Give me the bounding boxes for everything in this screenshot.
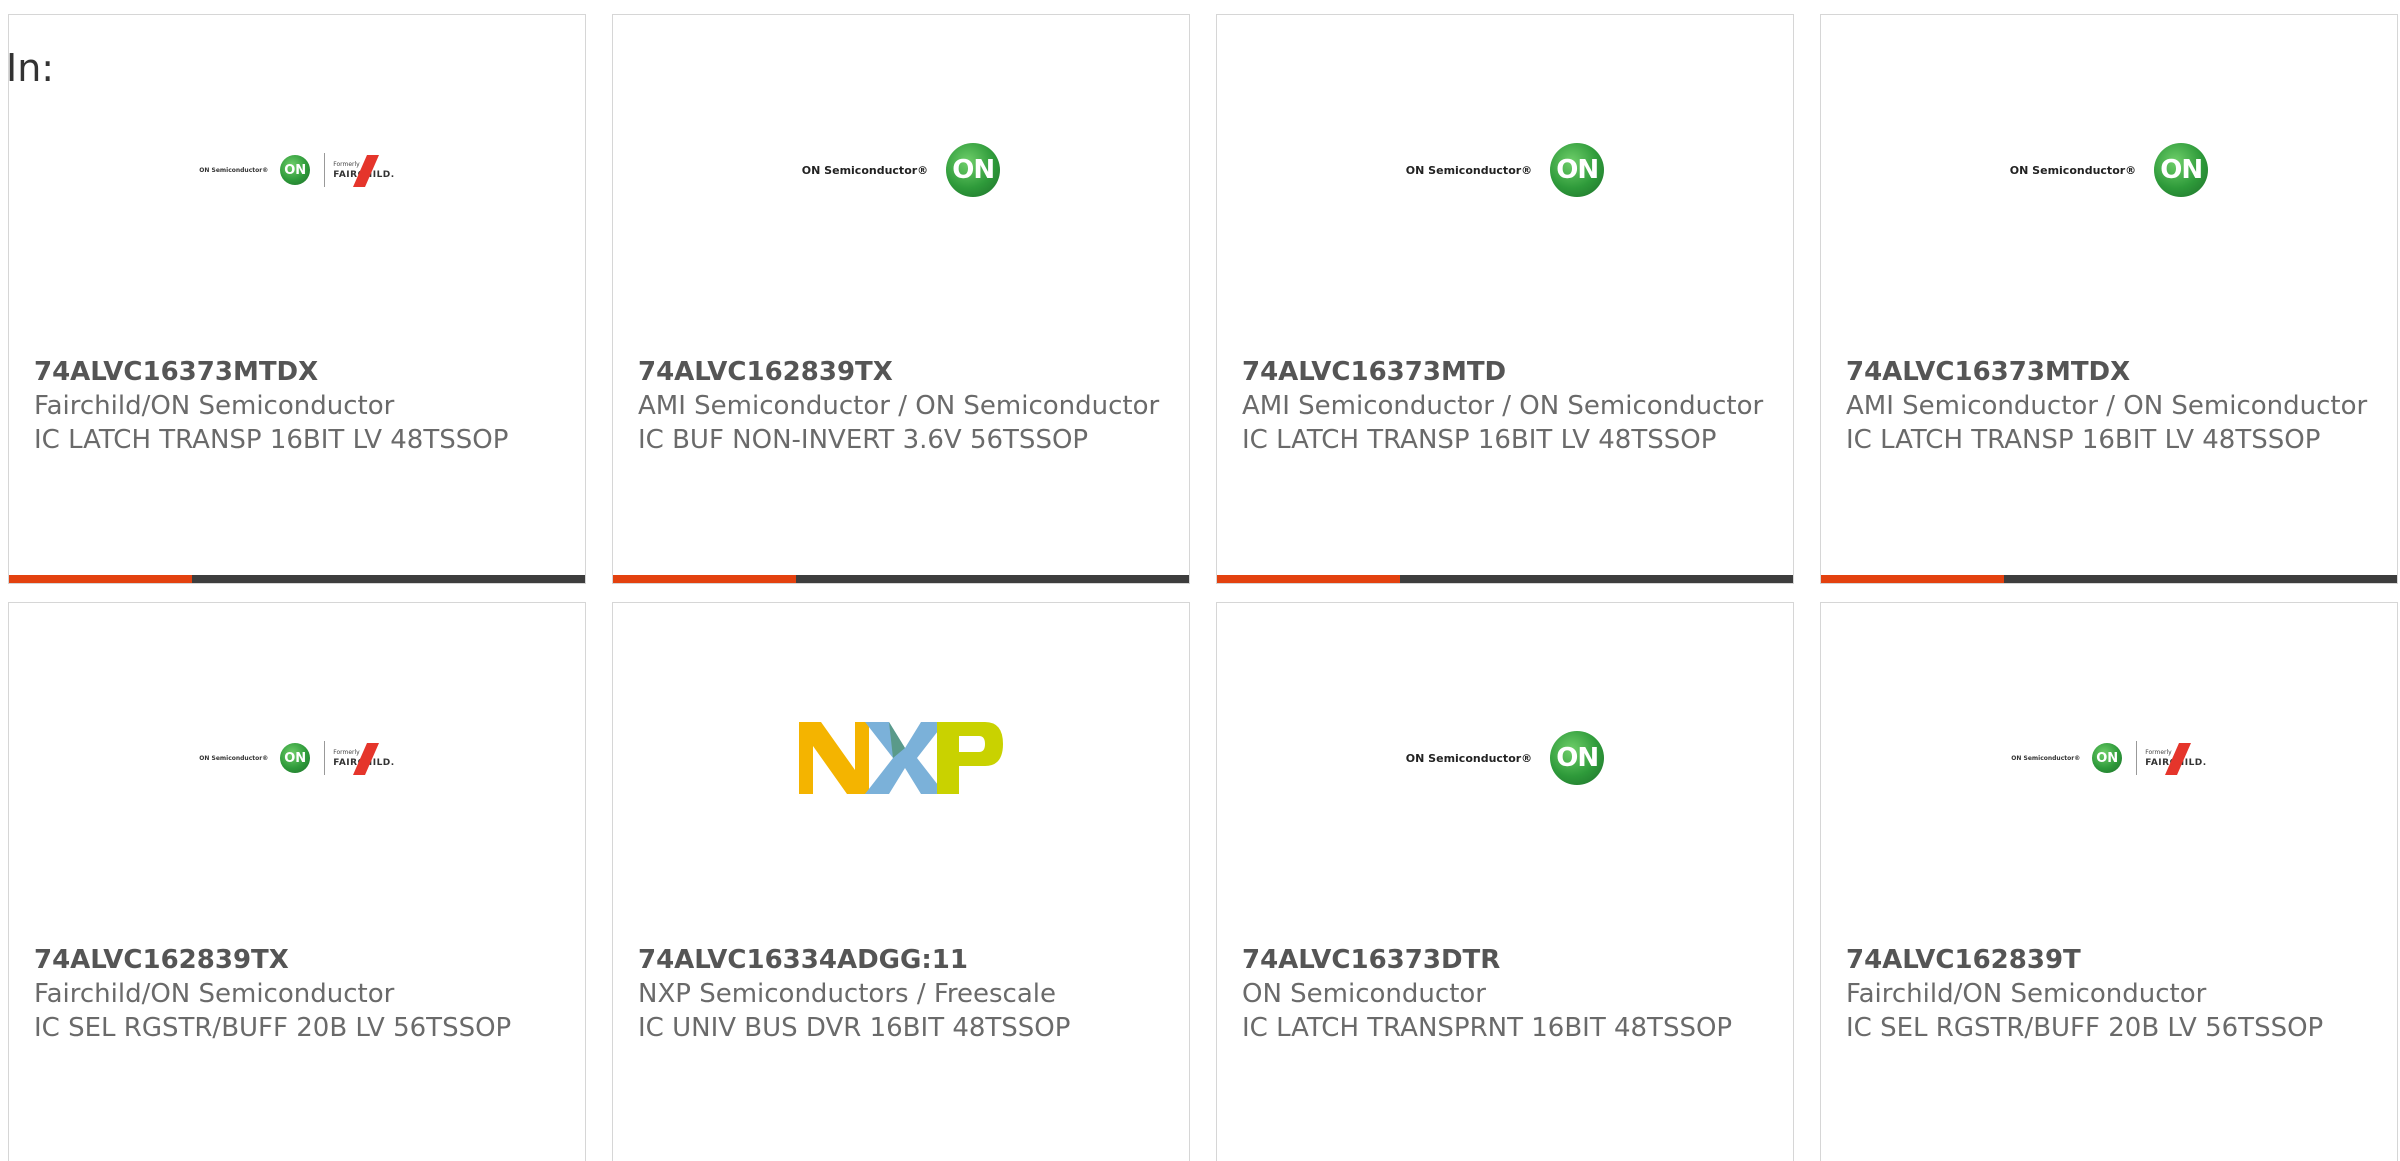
fc-on-text: ON Semiconductor®	[199, 166, 269, 174]
fc-on-text: ON Semiconductor®	[199, 754, 269, 762]
fairchild-on-logo: ON Semiconductor® ON Formerly FAIRCHILD.	[9, 703, 585, 813]
manufacturer: Fairchild/ON Semiconductor	[34, 391, 395, 421]
description: IC SEL RGSTR/BUFF 20B LV 56TSSOP	[1846, 1013, 2324, 1043]
card-bottom-bar	[9, 575, 585, 583]
on-semiconductor-logo: ON Semiconductor® ON	[613, 115, 1189, 225]
product-results-page: In: ON Semiconductor® ON Formerly FAIRCH…	[0, 0, 2400, 1161]
on-logo-text: ON Semiconductor®	[801, 163, 929, 177]
product-card[interactable]: ON Semiconductor® ON 74ALVC16373DTR ON S…	[1216, 602, 1794, 1161]
manufacturer: AMI Semiconductor / ON Semiconductor	[638, 391, 1160, 421]
part-number[interactable]: 74ALVC162839T	[1846, 943, 2372, 977]
on-logo-text: ON Semiconductor®	[2009, 163, 2137, 177]
fairchild-on-logo: ON Semiconductor® ON Formerly FAIRCHILD.	[9, 115, 585, 225]
in-label: In:	[6, 46, 55, 90]
product-card[interactable]: ON Semiconductor® ON Formerly FAIRCHILD.…	[8, 14, 586, 584]
part-number[interactable]: 74ALVC16373MTD	[1242, 355, 1768, 389]
product-info: 74ALVC162839TX Fairchild/ON Semiconducto…	[34, 943, 560, 1045]
card-accent-bar	[1821, 575, 2004, 583]
on-mark-icon: ON	[280, 155, 311, 185]
on-logo-text: ON Semiconductor®	[1405, 163, 1533, 177]
on-semiconductor-logo: ON Semiconductor® ON	[1217, 703, 1793, 813]
description: IC LATCH TRANSP 16BIT LV 48TSSOP	[34, 425, 509, 455]
card-accent-bar	[1217, 575, 1400, 583]
product-grid: ON Semiconductor® ON Formerly FAIRCHILD.…	[8, 14, 2398, 1161]
logo-divider	[2136, 741, 2138, 775]
card-bottom-bar	[613, 575, 1189, 583]
manufacturer: Fairchild/ON Semiconductor	[1846, 979, 2207, 1009]
nxp-logo	[613, 703, 1189, 813]
on-mark-icon: ON	[280, 743, 311, 773]
manufacturer: ON Semiconductor	[1242, 979, 1486, 1009]
product-info: 74ALVC16373DTR ON Semiconductor IC LATCH…	[1242, 943, 1768, 1045]
description: IC LATCH TRANSPRNT 16BIT 48TSSOP	[1242, 1013, 1733, 1043]
manufacturer: NXP Semiconductors / Freescale	[638, 979, 1057, 1009]
description: IC LATCH TRANSP 16BIT LV 48TSSOP	[1846, 425, 2321, 455]
fairchild-slash-icon	[353, 742, 380, 775]
product-info: 74ALVC16334ADGG:11 NXP Semiconductors / …	[638, 943, 1164, 1045]
fc-on-text: ON Semiconductor®	[2011, 754, 2081, 762]
on-mark-icon: ON	[1550, 143, 1605, 197]
manufacturer: AMI Semiconductor / ON Semiconductor	[1846, 391, 2368, 421]
on-semiconductor-logo: ON Semiconductor® ON	[1217, 115, 1793, 225]
part-number[interactable]: 74ALVC16373MTDX	[34, 355, 560, 389]
nxp-logo-icon	[799, 722, 1003, 794]
on-logo-text: ON Semiconductor®	[1405, 751, 1533, 765]
manufacturer: AMI Semiconductor / ON Semiconductor	[1242, 391, 1764, 421]
fairchild-on-logo: ON Semiconductor® ON Formerly FAIRCHILD.	[1821, 703, 2397, 813]
part-number[interactable]: 74ALVC162839TX	[34, 943, 560, 977]
part-number[interactable]: 74ALVC162839TX	[638, 355, 1164, 389]
product-info: 74ALVC162839TX AMI Semiconductor / ON Se…	[638, 355, 1164, 457]
card-bottom-bar	[1217, 575, 1793, 583]
on-mark-icon: ON	[946, 143, 1001, 197]
card-accent-bar	[9, 575, 192, 583]
logo-divider	[324, 153, 326, 187]
fairchild-slash-icon	[2165, 742, 2192, 775]
description: IC LATCH TRANSP 16BIT LV 48TSSOP	[1242, 425, 1717, 455]
product-info: 74ALVC16373MTD AMI Semiconductor / ON Se…	[1242, 355, 1768, 457]
product-info: 74ALVC16373MTDX AMI Semiconductor / ON S…	[1846, 355, 2372, 457]
product-card[interactable]: ON Semiconductor® ON Formerly FAIRCHILD.…	[8, 602, 586, 1161]
product-card[interactable]: 74ALVC16334ADGG:11 NXP Semiconductors / …	[612, 602, 1190, 1161]
part-number[interactable]: 74ALVC16373DTR	[1242, 943, 1768, 977]
on-semiconductor-logo: ON Semiconductor® ON	[1821, 115, 2397, 225]
description: IC UNIV BUS DVR 16BIT 48TSSOP	[638, 1013, 1071, 1043]
part-number[interactable]: 74ALVC16373MTDX	[1846, 355, 2372, 389]
card-accent-bar	[613, 575, 796, 583]
part-number[interactable]: 74ALVC16334ADGG:11	[638, 943, 1164, 977]
on-mark-icon: ON	[2092, 743, 2123, 773]
fairchild-slash-icon	[353, 154, 380, 187]
product-card[interactable]: ON Semiconductor® ON 74ALVC162839TX AMI …	[612, 14, 1190, 584]
product-info: 74ALVC162839T Fairchild/ON Semiconductor…	[1846, 943, 2372, 1045]
product-card[interactable]: ON Semiconductor® ON 74ALVC16373MTDX AMI…	[1820, 14, 2398, 584]
product-info: 74ALVC16373MTDX Fairchild/ON Semiconduct…	[34, 355, 560, 457]
card-bottom-bar	[1821, 575, 2397, 583]
product-card[interactable]: ON Semiconductor® ON Formerly FAIRCHILD.…	[1820, 602, 2398, 1161]
product-card[interactable]: ON Semiconductor® ON 74ALVC16373MTD AMI …	[1216, 14, 1794, 584]
description: IC BUF NON-INVERT 3.6V 56TSSOP	[638, 425, 1089, 455]
on-mark-icon: ON	[2154, 143, 2209, 197]
logo-divider	[324, 741, 326, 775]
on-mark-icon: ON	[1550, 731, 1605, 785]
description: IC SEL RGSTR/BUFF 20B LV 56TSSOP	[34, 1013, 512, 1043]
manufacturer: Fairchild/ON Semiconductor	[34, 979, 395, 1009]
